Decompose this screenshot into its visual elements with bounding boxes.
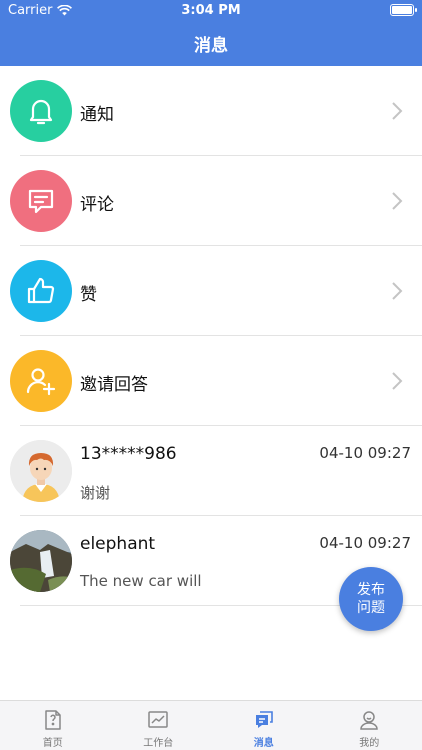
bell-icon (10, 80, 72, 142)
category-row-notify[interactable]: 通知 (0, 66, 422, 156)
message-preview: 谢谢 (80, 484, 111, 502)
person-icon (360, 711, 379, 730)
message-preview: The new car will (80, 572, 202, 590)
nav-bar: 消息 (0, 20, 422, 66)
chevron-right-icon (392, 372, 403, 390)
avatar (10, 440, 72, 502)
tab-mine[interactable]: 我的 (317, 701, 422, 750)
tab-workbench[interactable]: 工作台 (106, 701, 212, 750)
tab-label: 消息 (253, 738, 274, 749)
category-row-invite[interactable]: 邀请回答 (0, 336, 422, 426)
category-label: 通知 (80, 105, 114, 125)
comment-icon (10, 170, 72, 232)
chevron-right-icon (392, 192, 403, 210)
chart-icon (148, 711, 168, 728)
invite-user-icon (10, 350, 72, 412)
message-icon (255, 711, 273, 728)
sender-name: elephant (80, 534, 156, 554)
category-label: 评论 (80, 195, 114, 215)
tab-label: 工作台 (143, 738, 174, 749)
page-title: 消息 (194, 35, 228, 56)
tab-label: 首页 (42, 738, 63, 749)
thumbs-up-icon (10, 260, 72, 322)
message-time: 04-10 09:27 (319, 444, 411, 462)
category-label: 赞 (80, 285, 97, 305)
category-label: 邀请回答 (80, 375, 148, 395)
message-row[interactable]: 13*****986 04-10 09:27 谢谢 (0, 426, 422, 516)
fab-label-line1: 发布 (357, 582, 385, 598)
tab-bar: 首页 工作台 消息 我的 (0, 700, 422, 750)
message-list: 通知 评论 赞 邀请回答 13*****986 04-10 09:27 谢谢 e… (0, 66, 422, 606)
message-time: 04-10 09:27 (319, 534, 411, 552)
chevron-right-icon (392, 282, 403, 300)
status-bar: Carrier 3:04 PM (0, 0, 422, 20)
sender-name: 13*****986 (80, 444, 177, 464)
tab-label: 我的 (359, 738, 380, 749)
battery-icon (390, 4, 417, 16)
status-time: 3:04 PM (181, 3, 241, 18)
chevron-right-icon (392, 102, 403, 120)
category-row-comment[interactable]: 评论 (0, 156, 422, 246)
category-row-like[interactable]: 赞 (0, 246, 422, 336)
post-question-button[interactable]: 发布 问题 (339, 567, 403, 631)
fab-label-line2: 问题 (357, 600, 385, 616)
question-doc-icon (45, 710, 61, 730)
tab-messages[interactable]: 消息 (211, 701, 317, 750)
avatar (10, 530, 72, 592)
tab-home[interactable]: 首页 (0, 701, 106, 750)
